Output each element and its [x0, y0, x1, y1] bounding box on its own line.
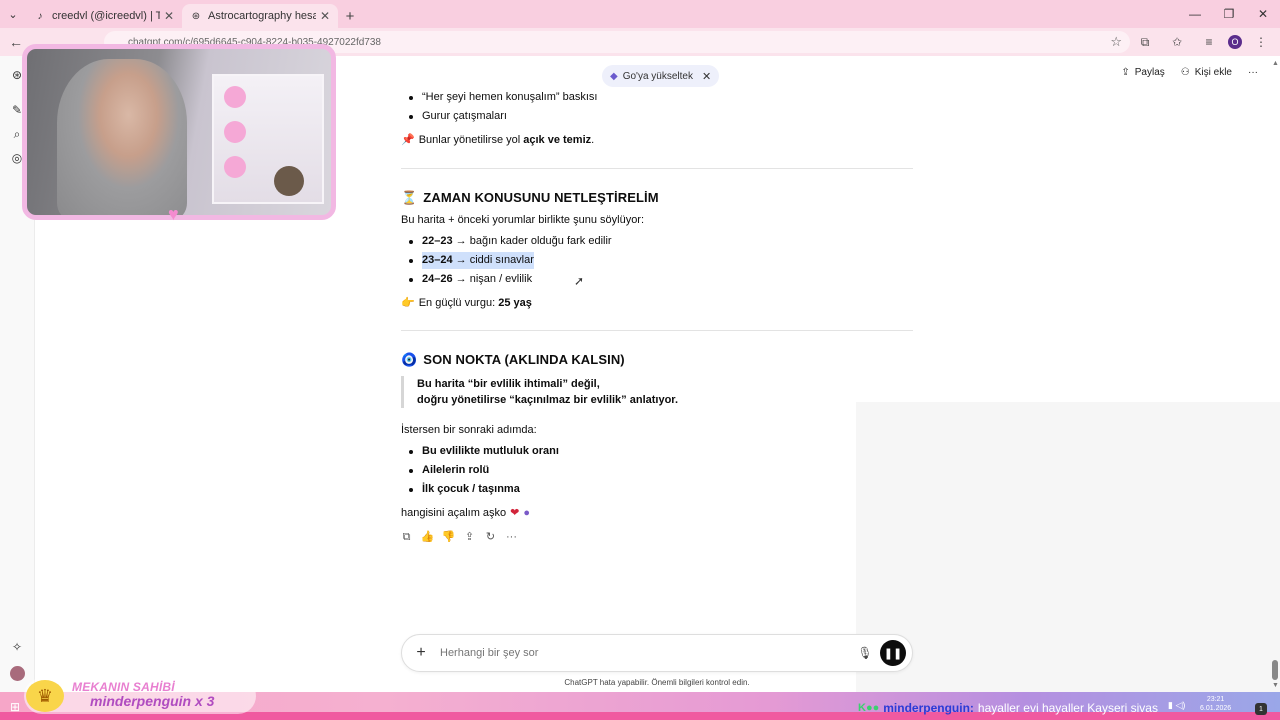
browser-tabbar: ⌄ ♪ creedvl (@icreedvl) | TikTok ✕ ⊛ Ast…	[0, 0, 1280, 28]
scroll-thumb[interactable]	[1272, 660, 1278, 680]
blockquote: Bu harita “bir evlilik ihtimali” değil, …	[401, 376, 913, 408]
tab-title: creedvl (@icreedvl) | TikTok	[52, 10, 160, 22]
share-label: Paylaş	[1134, 67, 1165, 78]
next-list: Bu evlilikte mutluluk oranı Ailelerin ro…	[401, 442, 913, 499]
share-button[interactable]: ⇪ Paylaş	[1121, 67, 1164, 78]
restore-icon[interactable]: ❐	[1212, 0, 1246, 28]
managed-text: Bunlar yönetilirse yol açık ve temiz.	[418, 133, 595, 146]
header-actions: ⇪ Paylaş ⚇ Kişi ekle ···	[1121, 67, 1258, 78]
owner-name: minderpenguin x 3	[90, 693, 215, 709]
extensions-icon[interactable]: ⧉	[1132, 30, 1158, 54]
attach-plus-icon[interactable]: +	[402, 644, 440, 662]
managed-paragraph: 📌 Bunlar yönetilirse yol açık ve temiz.	[401, 131, 913, 149]
list-item: 22–23 → bağın kader olduğu fark edilir	[401, 232, 913, 251]
broken-heart-icon: ❤	[510, 506, 520, 519]
system-tray-icons[interactable]: ▮ ◁)	[1168, 700, 1185, 711]
bookmark-star-icon[interactable]: ☆	[1110, 34, 1122, 50]
disclaimer-text: ChatGPT hata yapabilir. Önemli bilgileri…	[564, 678, 750, 687]
crystal-ball-icon: ●	[523, 506, 531, 519]
prompt-input[interactable]	[440, 647, 854, 659]
emphasis-paragraph: 👉 En güçlü vurgu: 25 yaş	[401, 294, 913, 312]
list-item: Bu evlilikte mutluluk oranı	[401, 442, 913, 461]
divider	[401, 330, 913, 331]
tab-title: Astrocartography hesaplama y	[208, 10, 316, 22]
windows-start-icon[interactable]: ⊞	[10, 700, 20, 714]
chat-ticker: K●● minderpenguin: hayaller evi hayaller…	[858, 699, 1158, 717]
assistant-message: “Her şeyi hemen konuşalım” baskısı Gurur…	[401, 80, 913, 543]
profile-avatar[interactable]: O	[1228, 35, 1242, 49]
mouse-cursor-icon: ➚	[574, 274, 585, 288]
copy-icon[interactable]: ⧉	[401, 531, 412, 543]
toolbar-actions: ⧉ ✩ ≡ O ⋮	[1132, 30, 1274, 54]
notification-badge[interactable]: 1	[1255, 703, 1267, 715]
voice-mode-button[interactable]: ❚❚	[880, 640, 906, 666]
tab-close-icon[interactable]: ✕	[164, 9, 174, 23]
media-control-icon[interactable]: ≡	[1196, 30, 1222, 54]
tab-tiktok[interactable]: ♪ creedvl (@icreedvl) | TikTok ✕	[26, 4, 182, 28]
pre-list: “Her şeyi hemen konuşalım” baskısı Gurur…	[401, 88, 913, 126]
message-composer: + 🎙 ❚❚	[401, 634, 913, 672]
webcam-overlay	[22, 44, 336, 220]
pushpin-icon: 📌	[401, 133, 415, 146]
more-icon[interactable]: ···	[506, 531, 517, 543]
pointing-hand-icon: 👉	[401, 296, 415, 309]
list-item: Gurur çatışmaları	[401, 107, 913, 126]
time-intro: Bu harita + önceki yorumlar birlikte şun…	[401, 214, 645, 226]
add-person-button[interactable]: ⚇ Kişi ekle	[1181, 67, 1232, 78]
list-item: “Her şeyi hemen konuşalım” baskısı	[401, 88, 913, 107]
sparkle-icon[interactable]: ✧	[10, 640, 24, 654]
user-avatar[interactable]	[10, 666, 25, 681]
scroll-down-arrow-icon[interactable]: ▼	[1272, 682, 1279, 689]
section-heading-last: 🧿 SON NOKTA (AKLINDA KALSIN)	[401, 351, 913, 369]
person-add-icon: ⚇	[1180, 67, 1190, 78]
list-item: 24–26 → nişan / evlilik	[401, 270, 913, 289]
message-actions: ⧉ 👍 👎 ⇪ ↻ ···	[401, 531, 913, 543]
next-intro: İstersen bir sonraki adımda:	[401, 424, 537, 436]
ellipsis-icon: ···	[1248, 67, 1258, 78]
list-item: İlk çocuk / taşınma	[401, 480, 913, 499]
nazar-amulet-icon: 🧿	[401, 352, 418, 368]
list-item: Ailelerin rolü	[401, 461, 913, 480]
owner-title: MEKANIN SAHİBİ	[72, 680, 175, 694]
divider	[401, 168, 913, 169]
thumbs-up-icon[interactable]: 👍	[421, 531, 435, 543]
section-heading-time: ⏳ ZAMAN KONUSUNU NETLEŞTİRELİM	[401, 189, 913, 207]
tab-close-icon[interactable]: ✕	[320, 9, 330, 23]
new-tab-button[interactable]: +	[338, 4, 362, 28]
list-item-highlighted: 23–24 → ciddi sınavlar	[401, 251, 913, 270]
ticker-user: minderpenguin:	[883, 701, 974, 715]
favorites-icon[interactable]: ✩	[1164, 30, 1190, 54]
quote-line: doğru yönetilirse “kaçınılmaz bir evlili…	[417, 394, 679, 406]
ticker-message: hayaller evi hayaller Kayseri sivas	[977, 701, 1158, 715]
streamer-video	[57, 59, 187, 215]
tab-search-chevron-icon[interactable]: ⌄	[0, 0, 26, 28]
background-pc-case	[212, 74, 324, 204]
minimize-icon[interactable]: —	[1178, 0, 1212, 28]
regenerate-icon[interactable]: ↻	[485, 531, 496, 543]
emote-icon: K●●	[858, 702, 880, 714]
crown-icon: ♛	[26, 680, 64, 712]
heart-icon: ♥	[168, 204, 179, 224]
thumbs-down-icon[interactable]: 👎	[442, 531, 456, 543]
add-person-label: Kişi ekle	[1194, 67, 1232, 78]
closing-paragraph: hangisini açalım aşko ❤ ●	[401, 504, 913, 522]
time-list: 22–23 → bağın kader olduğu fark edilir 2…	[401, 232, 913, 289]
microphone-icon[interactable]: 🎙	[854, 646, 876, 660]
tab-chatgpt[interactable]: ⊛ Astrocartography hesaplama y ✕	[182, 4, 338, 28]
more-options-button[interactable]: ···	[1248, 67, 1258, 78]
chatgpt-icon: ⊛	[191, 10, 201, 22]
taskbar-clock[interactable]: 23:21 6.01.2026	[1200, 695, 1231, 713]
share-icon[interactable]: ⇪	[464, 531, 475, 543]
side-panel-background	[856, 402, 1280, 692]
clock-icon: ⏳	[401, 190, 418, 206]
window-controls: — ❐ ✕	[1178, 0, 1280, 28]
page-scrollbar[interactable]: ▲ ▼	[1272, 60, 1279, 690]
closing-text: hangisini açalım aşko	[401, 506, 507, 519]
scroll-up-arrow-icon[interactable]: ▲	[1272, 60, 1279, 67]
quote-line: Bu harita “bir evlilik ihtimali” değil,	[417, 378, 600, 390]
tiktok-icon: ♪	[37, 10, 43, 22]
share-icon: ⇪	[1121, 67, 1130, 78]
close-window-icon[interactable]: ✕	[1246, 0, 1280, 28]
browser-menu-icon[interactable]: ⋮	[1248, 30, 1274, 54]
